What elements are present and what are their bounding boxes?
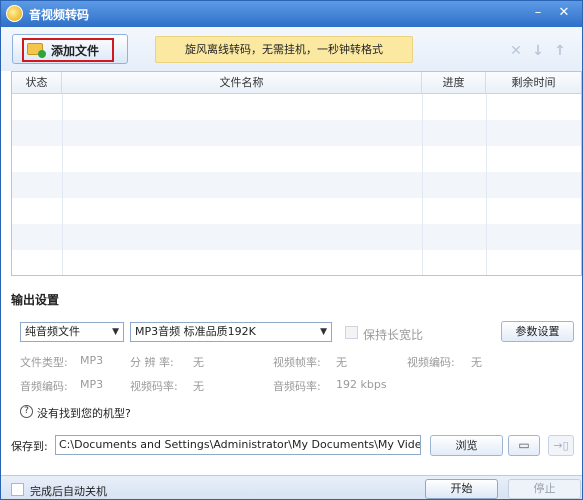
add-file-button[interactable]: 添加文件 — [12, 34, 128, 64]
format-select-value: MP3音频 标准品质192K — [135, 325, 256, 338]
open-folder-icon[interactable]: ▭ — [508, 435, 540, 456]
add-file-label: 添加文件 — [51, 44, 100, 58]
column-header-remaining[interactable]: 剩余时间 — [486, 72, 581, 93]
table-row — [12, 94, 581, 120]
window-title: 音视频转码 — [29, 8, 90, 22]
video-bitrate-label: 视频码率: — [130, 380, 178, 393]
column-divider — [62, 94, 63, 275]
close-icon[interactable]: ✕ — [554, 4, 574, 22]
keep-aspect-checkbox[interactable] — [345, 326, 358, 339]
audio-bitrate-label: 音频码率: — [273, 380, 321, 393]
move-down-icon[interactable]: ↓ — [531, 44, 545, 58]
video-codec-value: 无 — [471, 356, 482, 369]
chevron-down-icon: ▼ — [112, 327, 119, 337]
resolution-label: 分 辨 率: — [130, 356, 174, 369]
column-header-status[interactable]: 状态 — [12, 72, 62, 93]
category-select-value: 纯音频文件 — [25, 325, 80, 338]
move-up-icon[interactable]: ↑ — [553, 44, 567, 58]
column-header-progress[interactable]: 进度 — [422, 72, 486, 93]
auto-shutdown-label: 完成后自动关机 — [30, 485, 107, 498]
audio-codec-value: MP3 — [80, 378, 104, 391]
file-type-label: 文件类型: — [20, 356, 68, 369]
table-row — [12, 198, 581, 224]
keep-aspect-label: 保持长宽比 — [363, 328, 424, 342]
toolbar: 添加文件 旋风离线转码，无需挂机，一秒钟转格式 ✕ ↓ ↑ — [1, 27, 582, 71]
table-row — [12, 250, 581, 275]
browse-button[interactable]: 浏览 — [430, 435, 503, 456]
video-bitrate-value: 无 — [193, 380, 204, 393]
start-button[interactable]: 开始 — [425, 479, 498, 499]
chevron-down-icon: ▼ — [320, 327, 327, 337]
column-divider — [486, 94, 487, 275]
output-settings-title: 输出设置 — [11, 293, 60, 307]
transcode-window: 音视频转码 – ✕ 添加文件 旋风离线转码，无需挂机，一秒钟转格式 ✕ ↓ ↑ … — [0, 0, 583, 500]
export-icon[interactable]: →▯ — [548, 435, 574, 456]
file-type-value: MP3 — [80, 354, 104, 367]
video-fps-label: 视频帧率: — [273, 356, 321, 369]
stop-button[interactable]: 停止 — [508, 479, 581, 499]
file-table[interactable]: 状态 文件名称 进度 剩余时间 — [11, 71, 582, 276]
app-icon — [6, 5, 23, 22]
save-to-label: 保存到: — [11, 440, 48, 453]
title-bar: 音视频转码 – ✕ — [1, 1, 582, 27]
table-row — [12, 224, 581, 250]
parameter-settings-button[interactable]: 参数设置 — [501, 321, 574, 342]
delete-icon[interactable]: ✕ — [509, 44, 523, 58]
auto-shutdown-checkbox[interactable] — [11, 483, 24, 496]
save-path-input[interactable]: C:\Documents and Settings\Administrator\… — [55, 435, 421, 455]
device-not-found-link[interactable]: 没有找到您的机型? — [37, 405, 131, 421]
column-header-filename[interactable]: 文件名称 — [62, 72, 422, 93]
video-codec-label: 视频编码: — [407, 356, 455, 369]
column-divider — [422, 94, 423, 275]
table-header: 状态 文件名称 进度 剩余时间 — [12, 72, 581, 94]
category-select[interactable]: 纯音频文件 ▼ — [20, 322, 124, 342]
minimize-icon[interactable]: – — [528, 4, 548, 22]
video-fps-value: 无 — [336, 356, 347, 369]
help-icon[interactable]: ? — [20, 405, 33, 418]
table-row — [12, 172, 581, 198]
table-row — [12, 120, 581, 146]
add-folder-icon — [27, 43, 46, 58]
resolution-value: 无 — [193, 356, 204, 369]
audio-bitrate-value: 192 kbps — [336, 378, 387, 391]
table-row — [12, 146, 581, 172]
audio-codec-label: 音频编码: — [20, 380, 68, 393]
promo-banner[interactable]: 旋风离线转码，无需挂机，一秒钟转格式 — [155, 36, 413, 63]
format-select[interactable]: MP3音频 标准品质192K ▼ — [130, 322, 332, 342]
